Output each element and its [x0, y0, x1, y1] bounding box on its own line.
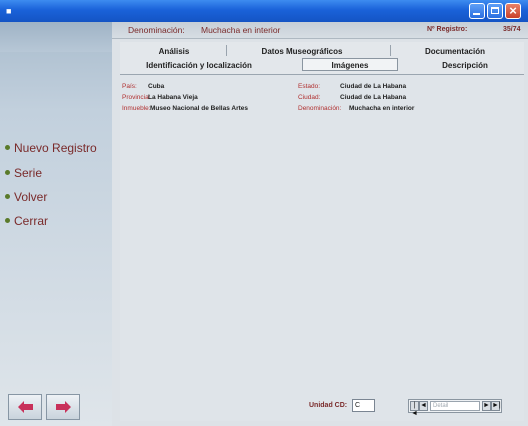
provincia-value: La Habana Vieja	[148, 94, 198, 101]
denominacion-value: Muchacha en interior	[349, 105, 415, 112]
record-nav-field[interactable]: Detail	[430, 401, 480, 411]
denominacion-label: Denominación:	[298, 105, 342, 112]
bullet-icon	[5, 170, 10, 176]
inmueble-label: Inmueble:	[122, 105, 151, 112]
pais-label: País:	[122, 83, 137, 90]
tab-descripcion[interactable]: Descripción	[420, 59, 510, 72]
inmueble-value: Museo Nacional de Bellas Artes	[150, 105, 249, 112]
bullet-icon	[5, 194, 10, 200]
tab-documentacion[interactable]: Documentación	[410, 45, 500, 58]
tab-panel: País: Cuba Provincia: La Habana Vieja In…	[120, 74, 524, 421]
minimize-icon	[473, 13, 480, 15]
sidebar-item-label: Cerrar	[14, 213, 49, 228]
bullet-icon	[5, 218, 10, 224]
sidebar-item-label: Serie	[14, 165, 43, 180]
application-window: ■ × Nuevo Registro Serie Volver Cerrar D…	[0, 0, 528, 426]
app-menu-icon[interactable]: ■	[6, 7, 14, 16]
sidebar-header	[0, 22, 112, 52]
close-button[interactable]: ×	[505, 3, 521, 19]
next-button[interactable]	[46, 394, 80, 420]
sidebar-item-label: Volver	[14, 189, 48, 204]
sidebar-item-label: Nuevo Registro	[14, 140, 97, 155]
denominacion-header-value: Muchacha en interior	[201, 25, 281, 35]
tab-imagenes[interactable]: Imágenes	[302, 58, 398, 71]
main-area: Denominación: Muchacha en interior Nº Re…	[112, 22, 528, 426]
tab-datos-museograficos[interactable]: Datos Museográficos	[246, 45, 358, 58]
record-navigator: |◄ ◄ Detail ► ►|	[408, 399, 502, 417]
unidad-cd-input[interactable]: C	[352, 399, 375, 412]
tab-identificacion[interactable]: Identificación y localización	[124, 59, 274, 72]
arrow-right-icon	[56, 401, 71, 413]
sidebar-item-nuevo-registro[interactable]: Nuevo Registro	[5, 139, 97, 157]
title-bar[interactable]: ■ ×	[0, 0, 528, 22]
close-icon: ×	[509, 3, 517, 18]
sidebar: Nuevo Registro Serie Volver Cerrar	[0, 22, 112, 426]
record-header: Denominación: Muchacha en interior Nº Re…	[112, 22, 528, 39]
tab-analisis[interactable]: Análisis	[144, 45, 204, 58]
ciudad-value: Ciudad de La Habana	[340, 94, 407, 101]
sidebar-item-volver[interactable]: Volver	[5, 188, 47, 206]
maximize-button[interactable]	[487, 3, 503, 19]
bullet-icon	[5, 145, 10, 151]
last-record-icon[interactable]: ►|	[491, 401, 501, 411]
estado-label: Estado:	[298, 83, 321, 90]
sidebar-item-serie[interactable]: Serie	[5, 164, 42, 182]
unidad-cd-label: Unidad CD:	[309, 402, 348, 409]
maximize-icon	[491, 7, 499, 14]
tab-divider	[390, 45, 391, 56]
provincia-label: Provincia:	[122, 94, 151, 101]
estado-value: Ciudad de La Habana	[340, 83, 407, 90]
tab-divider	[226, 45, 227, 56]
tab-bar: Análisis Datos Museográficos Documentaci…	[120, 42, 524, 74]
registro-value: 35/74	[503, 26, 521, 33]
first-record-icon[interactable]: |◄	[410, 401, 419, 417]
previous-record-icon[interactable]: ◄	[419, 401, 428, 411]
denominacion-header-label: Denominación:	[128, 25, 185, 35]
arrow-left-icon	[18, 401, 33, 413]
ciudad-label: Ciudad:	[298, 94, 321, 101]
sidebar-item-cerrar[interactable]: Cerrar	[5, 212, 48, 230]
registro-label: Nº Registro:	[427, 26, 468, 33]
pais-value: Cuba	[148, 83, 165, 90]
next-record-icon[interactable]: ►	[482, 401, 491, 411]
minimize-button[interactable]	[469, 3, 485, 19]
previous-button[interactable]	[8, 394, 42, 420]
